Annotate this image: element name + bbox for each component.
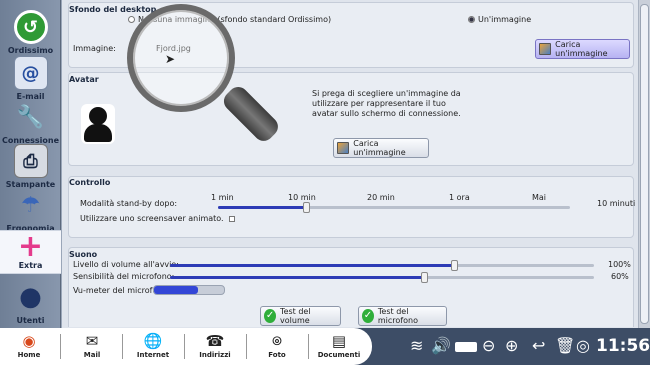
tick-1ora: 1 ora — [449, 193, 470, 202]
load-avatar-button[interactable]: Carica un'immagine — [333, 138, 429, 158]
volume-slider-thumb[interactable] — [451, 260, 458, 271]
standby-slider-thumb[interactable] — [303, 202, 310, 213]
mic-sensitivity-label: Sensibilità del microfono: — [73, 272, 175, 281]
mic-sensitivity-slider-thumb[interactable] — [421, 272, 428, 283]
mic-sensitivity-slider[interactable] — [170, 272, 594, 283]
volume-slider[interactable] — [170, 260, 594, 271]
vertical-scrollbar[interactable] — [638, 0, 650, 328]
tick-1min: 1 min — [211, 193, 234, 202]
avatar-hint: Si prega di scegliere un'immagine da uti… — [312, 89, 461, 118]
camera-icon: ⌾ — [272, 332, 282, 350]
email-icon: @ — [13, 56, 48, 90]
screensaver-option[interactable]: Utilizzare uno screensaver animato. — [80, 214, 236, 223]
taskbar-separator — [308, 334, 309, 359]
taskbar-documents-label: Documenti — [317, 351, 361, 359]
option-image[interactable]: Un'immagine — [468, 15, 531, 24]
mail-icon: ✉ — [85, 332, 99, 350]
picture-icon — [539, 43, 552, 55]
clock: 11:56 — [596, 336, 650, 356]
standby-slider-fill — [218, 206, 306, 209]
scrollbar-thumb[interactable] — [640, 4, 649, 324]
test-volume-button[interactable]: ✓ Test del volume — [260, 306, 341, 326]
taskbar-photos-label: Foto — [268, 351, 286, 359]
taskbar-photos[interactable]: ⌾ Foto — [252, 331, 302, 359]
volume-slider-fill — [170, 264, 454, 267]
taskbar-separator — [60, 334, 61, 359]
sidebar-item-label: Extra — [18, 261, 43, 270]
trash-icon[interactable]: 🗑 — [555, 334, 575, 358]
home-icon: ◉ — [22, 332, 36, 350]
sidebar: ↺ Ordissimo @ E-mail 🔧 Connessione ⎙ Sta… — [0, 0, 61, 328]
documents-icon: ▤ — [331, 332, 347, 350]
taskbar-addresses[interactable]: ☎ Indirizzi — [190, 331, 240, 359]
sound-section-title: Suono — [69, 250, 98, 259]
sidebar-item-utenti[interactable]: ● Utenti — [0, 274, 61, 336]
checkmark-icon: ✓ — [362, 309, 374, 323]
load-background-button[interactable]: Carica un'immagine — [535, 39, 630, 59]
standby-label: Modalità stand-by dopo: — [80, 199, 178, 208]
plus-icon: + — [17, 228, 44, 264]
ergonomics-icon: ☂ — [20, 192, 41, 218]
standby-value: 10 minuti — [597, 199, 636, 208]
taskbar-mail-label: Mail — [83, 351, 101, 359]
volume-icon[interactable]: 🔊 — [431, 334, 451, 358]
radio-no-image[interactable] — [128, 16, 135, 23]
mouse-cursor-icon: ➤ — [165, 52, 176, 66]
taskbar-home-label: Home — [17, 351, 41, 359]
globe-icon: 🌐 — [143, 332, 163, 350]
standby-slider[interactable] — [218, 202, 570, 213]
connection-tools-icon: 🔧 — [16, 104, 45, 130]
wifi-icon[interactable]: ≋ — [410, 334, 423, 358]
taskbar-internet-label: Internet — [136, 351, 170, 359]
sidebar-item-extra[interactable]: + Extra — [0, 228, 61, 274]
checkmark-icon: ✓ — [264, 309, 277, 323]
radio-image[interactable] — [468, 16, 475, 23]
sidebar-item-label: Utenti — [16, 316, 45, 325]
test-mic-label: Test del microfono — [377, 307, 418, 325]
screensaver-label: Utilizzare uno screensaver animato. — [80, 214, 224, 223]
avatar-section-title: Avatar — [69, 75, 99, 84]
contacts-icon: ☎ — [205, 332, 225, 350]
screensaver-checkbox[interactable] — [229, 215, 236, 222]
volume-value: 100% — [608, 260, 631, 269]
taskbar-separator — [246, 334, 247, 359]
taskbar-internet[interactable]: 🌐 Internet — [128, 331, 178, 359]
volume-label: Livello di volume all'avvio: — [73, 260, 179, 269]
user-icon: ● — [19, 282, 42, 312]
printer-icon: ⎙ — [13, 144, 48, 178]
tick-10min: 10 min — [288, 193, 316, 202]
taskbar: ◉ Home ✉ Mail 🌐 Internet ☎ Indirizzi ⌾ Foto ▤… — [0, 328, 650, 365]
magnifier-lens — [127, 4, 235, 112]
load-background-label: Carica un'immagine — [555, 40, 608, 58]
taskbar-documents[interactable]: ▤ Documenti — [314, 331, 364, 359]
help-icon[interactable]: ◎ — [576, 334, 590, 358]
battery-icon[interactable] — [455, 342, 477, 352]
test-volume-label: Test del volume — [280, 307, 311, 325]
mic-sensitivity-value: 60% — [611, 272, 629, 281]
taskbar-separator — [122, 334, 123, 359]
taskbar-home[interactable]: ◉ Home — [4, 331, 54, 359]
option-image-label: Un'immagine — [478, 15, 532, 24]
test-mic-button[interactable]: ✓ Test del microfono — [358, 306, 447, 326]
picture-icon — [337, 142, 350, 154]
taskbar-separator — [184, 334, 185, 359]
mic-sensitivity-slider-fill — [170, 276, 424, 279]
zoom-in-icon[interactable]: ⊕ — [505, 334, 518, 358]
image-label: Immagine: — [73, 44, 116, 53]
avatar-image — [81, 104, 115, 144]
taskbar-mail[interactable]: ✉ Mail — [67, 331, 117, 359]
vumeter-level — [154, 286, 198, 294]
load-avatar-label: Carica un'immagine — [353, 139, 406, 157]
vumeter-bar — [153, 285, 225, 295]
green-refresh-icon: ↺ — [13, 10, 48, 44]
undo-icon[interactable]: ↩ — [532, 334, 545, 358]
desktop-section-title: Sfondo del desktop — [69, 5, 157, 14]
tick-20min: 20 min — [367, 193, 395, 202]
zoom-out-icon[interactable]: ⊖ — [482, 334, 495, 358]
tick-mai: Mai — [532, 193, 547, 202]
taskbar-addresses-label: Indirizzi — [199, 351, 231, 359]
control-section-title: Controllo — [69, 178, 111, 187]
